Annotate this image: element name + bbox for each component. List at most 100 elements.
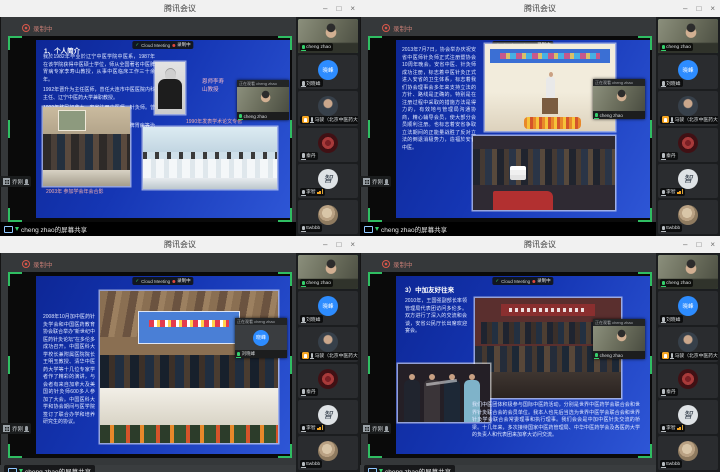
floating-participant-pill[interactable]: 乔刚 bbox=[0, 176, 31, 187]
participant-tile-lizhi[interactable]: 智 李智 bbox=[298, 400, 358, 434]
title-bar[interactable]: 腾讯会议 – □ × bbox=[0, 236, 360, 253]
participant-tile-lizhi[interactable]: 智 李智 bbox=[658, 164, 718, 198]
recording-dot-icon bbox=[172, 44, 175, 47]
pip-title: 正在观看 cheng zhao bbox=[237, 80, 289, 87]
window-title: 腾讯会议 bbox=[164, 3, 196, 14]
participant-tile-qindan[interactable]: 秦丹 bbox=[298, 128, 358, 162]
network-signal-icon bbox=[677, 189, 683, 194]
minimize-button[interactable]: – bbox=[323, 241, 327, 249]
title-bar[interactable]: 腾讯会议 – □ × bbox=[360, 0, 720, 17]
close-button[interactable]: × bbox=[710, 5, 715, 13]
monitor-icon bbox=[4, 226, 13, 233]
title-bar[interactable]: 腾讯会议 – □ × bbox=[360, 236, 720, 253]
floating-participant-pill[interactable]: 乔刚 bbox=[360, 423, 391, 434]
mic-muted-icon bbox=[25, 426, 28, 431]
mic-on-icon bbox=[237, 352, 240, 357]
close-button[interactable]: × bbox=[710, 241, 715, 249]
participant-tile-qindan[interactable]: 秦丹 bbox=[658, 128, 718, 162]
participant-name: cheng zhao bbox=[306, 45, 331, 50]
mic-icon bbox=[311, 353, 314, 358]
grid-icon bbox=[363, 178, 370, 185]
floating-participant-pill[interactable]: 乔刚 bbox=[0, 423, 31, 434]
network-signal-icon bbox=[317, 425, 323, 430]
participant-tile-qindan[interactable]: 秦丹 bbox=[298, 364, 358, 398]
download-arrow-icon bbox=[375, 227, 379, 231]
mic-muted-icon bbox=[25, 179, 28, 184]
participant-tile-ttwbbb[interactable]: ttwbbb bbox=[658, 200, 718, 234]
participant-tile-liuxiaofeng[interactable]: 晓峰 刘晓峰 bbox=[298, 291, 358, 325]
slide-personal-intro: ✓ Cloud Meeting 录制中 1、个人简介 我於1982年毕业於辽宁中… bbox=[36, 40, 290, 218]
participant-tile-qindan[interactable]: 秦丹 bbox=[658, 364, 718, 398]
mic-on-icon bbox=[662, 281, 665, 286]
participant-tile-ttwbbb[interactable]: ttwbbb bbox=[298, 200, 358, 234]
minimize-button[interactable]: – bbox=[683, 5, 687, 13]
maximize-button[interactable]: □ bbox=[696, 241, 701, 249]
mic-icon bbox=[662, 462, 665, 467]
floating-speaker-window[interactable]: 正在观看 cheng zhao 晓峰 刘晓峰 bbox=[235, 318, 287, 358]
floating-speaker-window[interactable]: 正在观看 cheng zhao cheng zhao bbox=[593, 319, 645, 359]
grid-icon bbox=[363, 425, 370, 432]
participant-tile-ttwbbb[interactable]: ttwbbb bbox=[298, 436, 358, 470]
minimize-button[interactable]: – bbox=[683, 241, 687, 249]
avatar: 智 bbox=[678, 169, 698, 189]
pip-avatar-box: 晓峰 bbox=[235, 325, 287, 350]
maximize-button[interactable]: □ bbox=[336, 5, 341, 13]
recording-icon bbox=[382, 24, 390, 32]
participant-name: 秦丹 bbox=[306, 152, 316, 159]
participant-tile-cheng-zhao[interactable]: cheng zhao bbox=[658, 255, 718, 289]
recording-indicator: 录制中 bbox=[382, 23, 413, 33]
participant-tile-lizhi[interactable]: 智 李智 bbox=[298, 164, 358, 198]
participant-tile-cheng-zhao[interactable]: cheng zhao bbox=[658, 19, 718, 53]
participant-name: ttwbbb bbox=[666, 226, 680, 231]
close-button[interactable]: × bbox=[350, 241, 355, 249]
participant-tile-majun[interactable]: 马骏（北京中医药大… bbox=[658, 327, 718, 361]
pill-participant-name: 乔刚 bbox=[372, 178, 383, 186]
participant-tile-liuxiaofeng[interactable]: 晓峰 刘晓峰 bbox=[298, 55, 358, 89]
monitor-icon bbox=[8, 468, 17, 472]
raise-hand-icon bbox=[302, 352, 309, 359]
download-arrow-icon bbox=[15, 227, 19, 231]
floating-speaker-window[interactable]: 正在观看 cheng zhao cheng zhao bbox=[237, 80, 289, 120]
group-photo-caption: 2003年 参加学会年会合影 bbox=[46, 188, 104, 195]
participant-tile-liuxiaofeng[interactable]: 晓峰 刘晓峰 bbox=[658, 291, 718, 325]
raise-hand-icon bbox=[302, 116, 309, 123]
avatar bbox=[678, 133, 698, 153]
participant-sidebar[interactable]: cheng zhao 晓峰 刘晓峰 马骏（北京中医药大… 秦丹 智 李智 ttw… bbox=[656, 17, 720, 236]
participant-tile-liuxiaofeng[interactable]: 晓峰 刘晓峰 bbox=[658, 55, 718, 89]
maximize-button[interactable]: □ bbox=[696, 5, 701, 13]
head-table-photo bbox=[100, 291, 278, 443]
participant-name: 李智 bbox=[666, 424, 676, 431]
floating-speaker-window[interactable]: 正在观看 cheng zhao cheng zhao bbox=[593, 79, 645, 119]
participant-tile-ttwbbb[interactable]: ttwbbb bbox=[658, 436, 718, 470]
shared-screen-stage: ✓ Cloud Meeting 录制中 3）中加友好往来 2010年，王国强副部… bbox=[368, 272, 652, 458]
raise-hand-icon bbox=[662, 352, 669, 359]
portrait-side-caption: 恩师李寿山教授 bbox=[202, 79, 228, 94]
mic-icon bbox=[302, 190, 305, 195]
participant-tile-lizhi[interactable]: 智 李智 bbox=[658, 400, 718, 434]
participant-name: 刘晓峰 bbox=[666, 316, 680, 323]
floating-participant-pill[interactable]: 乔刚 bbox=[360, 176, 391, 187]
shared-screen-stage: ✓ Cloud Meeting 录制中 1、个人简介 我於1982年毕业於辽宁中… bbox=[8, 36, 292, 222]
mic-icon bbox=[662, 190, 665, 195]
mic-on-icon bbox=[595, 353, 598, 358]
maximize-button[interactable]: □ bbox=[336, 241, 341, 249]
slide-title: 3）中加友好往来 bbox=[405, 284, 454, 294]
participant-tile-majun[interactable]: 马骏（北京中医药大… bbox=[658, 91, 718, 125]
avatar: 晓峰 bbox=[318, 296, 338, 316]
minimize-button[interactable]: – bbox=[323, 5, 327, 13]
participant-tile-cheng-zhao[interactable]: cheng zhao bbox=[298, 255, 358, 289]
participant-sidebar[interactable]: cheng zhao 晓峰 刘晓峰 马骏（北京中医药大… 秦丹 智 李智 ttw… bbox=[296, 17, 360, 236]
avatar: 晓峰 bbox=[678, 60, 698, 80]
participant-sidebar[interactable]: cheng zhao 晓峰 刘晓峰 马骏（北京中医药大… 秦丹 智 李智 ttw… bbox=[656, 253, 720, 472]
group-photo bbox=[43, 107, 130, 186]
participant-tile-majun[interactable]: 马骏（北京中医药大… bbox=[298, 91, 358, 125]
avatar: 晓峰 bbox=[678, 296, 698, 316]
close-button[interactable]: × bbox=[350, 5, 355, 13]
avatar bbox=[318, 96, 338, 116]
participant-sidebar[interactable]: cheng zhao 晓峰 刘晓峰 马骏（北京中医药大… 秦丹 智 李智 ttw… bbox=[296, 253, 360, 472]
pip-speaker-name: 刘晓峰 bbox=[242, 351, 256, 357]
participant-tile-cheng-zhao[interactable]: cheng zhao bbox=[298, 19, 358, 53]
pip-speaker-name: cheng zhao bbox=[600, 353, 623, 358]
participant-tile-majun[interactable]: 马骏（北京中医药大… bbox=[298, 327, 358, 361]
title-bar[interactable]: 腾讯会议 – □ × bbox=[0, 0, 360, 17]
